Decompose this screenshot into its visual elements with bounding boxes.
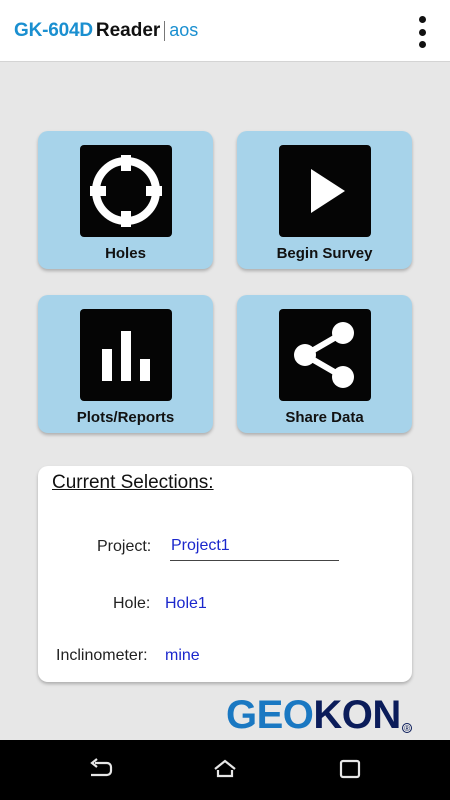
crosshair-target-icon [80, 145, 172, 237]
hole-value[interactable]: Hole1 [165, 595, 207, 613]
back-icon[interactable] [87, 758, 113, 780]
play-icon [279, 145, 371, 237]
begin-survey-label: Begin Survey [276, 245, 373, 262]
app-title-reader: Reader [95, 20, 161, 41]
overflow-menu-icon[interactable] [416, 16, 428, 48]
bar-chart-icon [80, 309, 172, 401]
system-nav-bar [0, 740, 450, 800]
begin-survey-button[interactable]: Begin Survey [237, 131, 412, 269]
logo-kon: KON [313, 693, 401, 737]
holes-button[interactable]: Holes [38, 131, 213, 269]
app-title-suffix: aos [169, 20, 199, 40]
current-selections-card: Current Selections: Project: Project1 Ho… [38, 466, 412, 682]
share-icon [279, 309, 371, 401]
hole-label: Hole: [113, 595, 151, 612]
plots-reports-button[interactable]: Plots/Reports [38, 295, 213, 433]
inclinometer-value[interactable]: mine [165, 647, 200, 665]
project-label: Project: [97, 538, 152, 555]
geokon-logo: GEO KON ® [226, 693, 412, 738]
registered-mark: ® [401, 723, 412, 733]
share-data-button[interactable]: Share Data [237, 295, 412, 433]
share-data-label: Share Data [285, 409, 364, 426]
plots-reports-label: Plots/Reports [76, 409, 175, 426]
title-divider [164, 21, 166, 41]
app-title: GK-604D Reader aos [14, 20, 198, 42]
current-selections-heading: Current Selections: [52, 472, 214, 493]
app-title-model: GK-604D [14, 20, 93, 41]
logo-geo: GEO [226, 693, 314, 737]
inclinometer-label: Inclinometer: [56, 647, 148, 664]
home-icon[interactable] [212, 758, 238, 780]
project-field[interactable]: Project1 [170, 535, 339, 561]
holes-label: Holes [105, 245, 146, 262]
project-value: Project1 [171, 537, 230, 554]
app-bar: GK-604D Reader aos [0, 0, 450, 62]
recents-icon[interactable] [337, 758, 363, 780]
